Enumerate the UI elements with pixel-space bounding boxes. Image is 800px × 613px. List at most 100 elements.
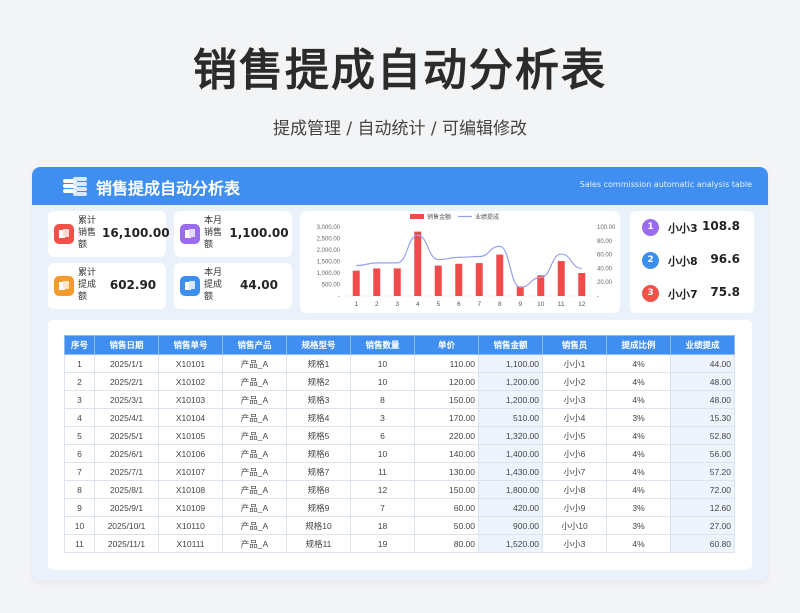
bar-sales (496, 254, 504, 296)
kpi-value: 44.00 (240, 278, 278, 292)
rank-badge: 1 (642, 219, 659, 236)
y-left-tick-label: 2,500.00 (317, 237, 341, 243)
table-cell: 4 (64, 408, 95, 427)
x-tick-label: 12 (578, 301, 586, 308)
table-row: 3 2025/3/1 X10103 产品_A 规格3 8 150.00 1,200.00 小小3… (64, 390, 735, 409)
table-cell: 420.00 (478, 498, 543, 517)
table-cell: 小小7 (542, 462, 607, 481)
table-cell: 2025/4/1 (94, 408, 159, 427)
table-cell: 150.00 (414, 480, 479, 499)
y-left-tick-label: 2,000.00 (317, 248, 341, 254)
table-cell: X10103 (158, 390, 223, 409)
table-cell: 规格1 (286, 354, 351, 373)
kpi-month-commission: 本月提成额 44.00 (174, 263, 292, 309)
legend-bar-swatch (410, 214, 424, 219)
table-cell: 2025/10/1 (94, 516, 159, 535)
kpi-total-commission: 累计提成额 602.90 (48, 263, 166, 309)
y-right-tick-label: 40.00 (597, 266, 613, 272)
bar-sales (393, 268, 401, 296)
bar-sales (537, 275, 545, 296)
table-cell: 510.00 (478, 408, 543, 427)
legend-label: 业绩提成 (475, 213, 499, 221)
stack-icon (180, 224, 200, 244)
table-cell: 6 (64, 444, 95, 463)
table-cell: 产品_A (222, 462, 287, 481)
table-cell: 产品_A (222, 498, 287, 517)
table-row: 7 2025/7/1 X10107 产品_A 规格7 11 130.00 1,430.00 小小… (64, 462, 735, 481)
kpi-label: 累计提成额 (78, 268, 97, 302)
x-tick-label: 8 (498, 301, 502, 308)
table-cell: 小小2 (542, 372, 607, 391)
kpi-value: 16,100.00 (102, 226, 170, 240)
bar-sales (373, 268, 381, 296)
column-header: 销售金额 (478, 335, 543, 355)
line-commission (356, 234, 582, 288)
table-cell: 4% (606, 480, 671, 499)
y-right-tick-label: 60.00 (597, 253, 613, 259)
table-cell: 1,400.00 (478, 444, 543, 463)
table-cell: 220.00 (414, 426, 479, 445)
x-tick-label: 10 (537, 301, 545, 308)
table-cell: 1,800.00 (478, 480, 543, 499)
stack-icon (54, 224, 74, 244)
card-header: 销售提成自动分析表 Sales commission automatic ana… (32, 167, 768, 205)
x-tick-label: 2 (375, 301, 379, 308)
table-cell: X10110 (158, 516, 223, 535)
kpi-total-sales: 累计销售额 16,100.00 (48, 211, 170, 257)
table-cell: 规格11 (286, 534, 351, 553)
table-cell: 规格4 (286, 408, 351, 427)
ranking-item: 3 小小7 75.8 (630, 281, 754, 307)
table-cell: 48.00 (670, 372, 735, 391)
table-cell: 1 (64, 354, 95, 373)
table-cell: 57.20 (670, 462, 735, 481)
dashboard-card: 销售提成自动分析表 Sales commission automatic ana… (32, 167, 768, 581)
table-row: 1 2025/1/1 X10101 产品_A 规格1 10 110.00 1,100.00 小小… (64, 354, 735, 373)
y-right-tick-label: - (597, 294, 599, 300)
y-left-tick-label: 3,000.00 (317, 225, 341, 231)
table-row: 4 2025/4/1 X10104 产品_A 规格4 3 170.00 510.00 小小4 3%… (64, 408, 735, 427)
y-left-tick-label: 500.00 (322, 283, 341, 289)
y-right-tick-label: 20.00 (597, 280, 613, 286)
table-cell: 11 (64, 534, 95, 553)
column-header: 规格型号 (286, 335, 351, 355)
table-cell: 小小4 (542, 408, 607, 427)
y-left-tick-label: - (338, 294, 340, 300)
x-tick-label: 9 (518, 301, 522, 308)
table-cell: 小小5 (542, 426, 607, 445)
table-cell: 4% (606, 534, 671, 553)
table-row: 6 2025/6/1 X10106 产品_A 规格6 10 140.00 1,400.00 小小… (64, 444, 735, 463)
table-cell: 2025/5/1 (94, 426, 159, 445)
table-cell: 3 (350, 408, 415, 427)
table-cell: 规格9 (286, 498, 351, 517)
coin-stack-icon (63, 177, 87, 196)
table-cell: 18 (350, 516, 415, 535)
table-row: 11 2025/11/1 X10111 产品_A 规格11 19 80.00 1,520.00… (64, 534, 735, 553)
x-tick-label: 6 (457, 301, 461, 308)
table-cell: 规格5 (286, 426, 351, 445)
table-cell: X10106 (158, 444, 223, 463)
table-cell: 1,200.00 (478, 390, 543, 409)
page-title: 销售提成自动分析表 (193, 45, 607, 96)
rank-score: 75.8 (710, 285, 740, 299)
ranking-panel: 1 小小3 108.8 2 小小8 96.6 3 小小7 75.8 (630, 211, 754, 313)
legend-label: 销售金额 (427, 213, 451, 221)
ranking-item: 2 小小8 96.6 (630, 248, 754, 274)
table-cell: 小小10 (542, 516, 607, 535)
table-cell: X10101 (158, 354, 223, 373)
table-cell: 80.00 (414, 534, 479, 553)
table-cell: 10 (350, 372, 415, 391)
rank-score: 96.6 (710, 252, 740, 266)
table-cell: 规格3 (286, 390, 351, 409)
bar-sales (557, 261, 565, 296)
table-cell: 48.00 (670, 390, 735, 409)
table-cell: 120.00 (414, 372, 479, 391)
table-cell: 产品_A (222, 390, 287, 409)
y-right-tick-label: 100.00 (597, 225, 616, 231)
table-cell: 44.00 (670, 354, 735, 373)
table-cell: 小小8 (542, 480, 607, 499)
kpi-month-sales: 本月销售额 1,100.00 (174, 211, 292, 257)
table-cell: 11 (350, 462, 415, 481)
table-body: 1 2025/1/1 X10101 产品_A 规格1 10 110.00 1,100.00 小小… (64, 354, 735, 553)
table-cell: 规格7 (286, 462, 351, 481)
table-cell: 2025/6/1 (94, 444, 159, 463)
